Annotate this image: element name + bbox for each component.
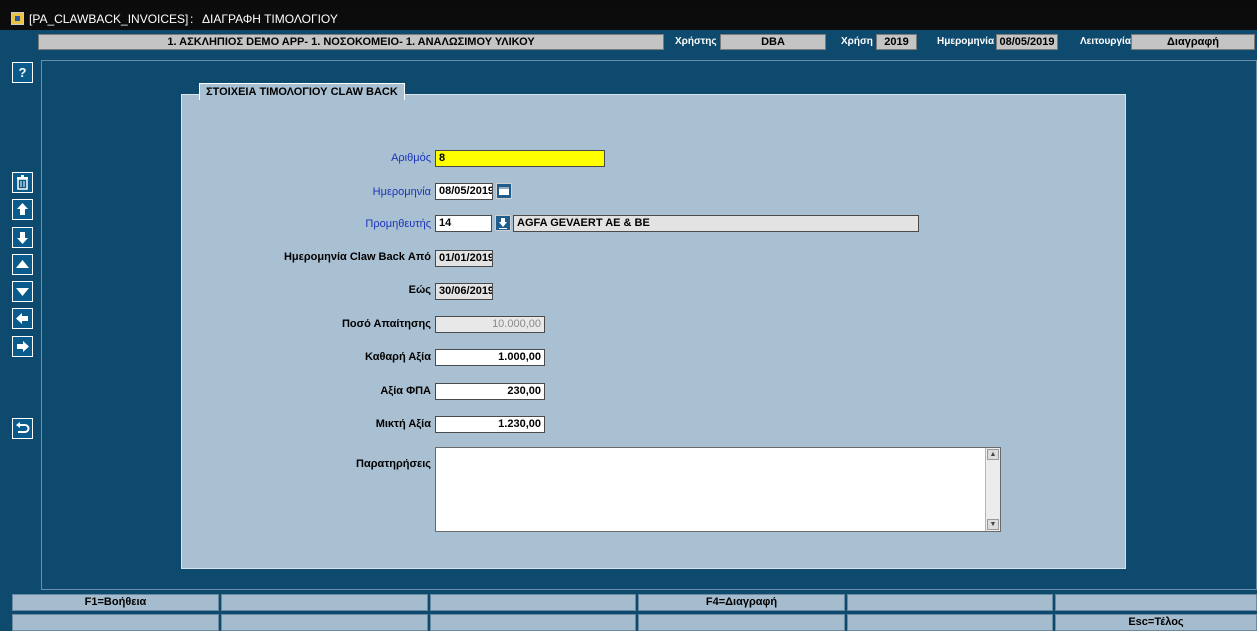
year-label: Χρήση: [841, 36, 873, 47]
first-record-button[interactable]: [12, 199, 33, 220]
last-record-button[interactable]: [12, 227, 33, 248]
scroll-up-arrow[interactable]: ▲: [987, 449, 999, 460]
supplier-lov-button[interactable]: [495, 215, 511, 231]
supplier-label: Προμηθευτής: [365, 218, 431, 230]
vat-value-input[interactable]: 230,00: [435, 383, 545, 400]
previous-field-button[interactable]: [12, 308, 33, 329]
mode-label: Λειτουργία: [1080, 36, 1131, 47]
fkey-empty-3: [430, 594, 636, 611]
notes-scrollbar[interactable]: ▲ ▼: [985, 448, 1000, 531]
claim-amount-label: Ποσό Απαίτησης: [341, 318, 431, 330]
next-field-button[interactable]: [12, 336, 33, 357]
fkey-empty-11: [847, 614, 1053, 631]
number-label: Αριθμός: [391, 152, 431, 164]
clawback-from-field: 01/01/2019: [435, 250, 493, 267]
exit-button[interactable]: [12, 418, 33, 439]
mode-field: Διαγραφή: [1131, 34, 1255, 50]
date-input[interactable]: 08/05/2019: [435, 183, 493, 200]
f4-delete-key[interactable]: F4=Διαγραφή: [638, 594, 845, 611]
supplier-code-input[interactable]: 14: [435, 215, 492, 232]
window-subtitle: ΔΙΑΓΡΑΦΗ ΤΙΜΟΛΟΓΙΟΥ: [202, 12, 338, 26]
esc-exit-key[interactable]: Esc=Τέλος: [1055, 614, 1257, 631]
notes-text: [436, 448, 1000, 454]
top-strip: [0, 0, 1257, 8]
context-field: 1. ΑΣΚΛΗΠΙΟΣ DEMO APP- 1. ΝΟΣΟΚΟΜΕΙΟ- 1.…: [38, 34, 664, 50]
year-field: 2019: [876, 34, 917, 50]
fkey-empty-10: [638, 614, 845, 631]
date-label: Ημερομηνία: [937, 36, 995, 47]
calendar-button[interactable]: [496, 183, 512, 199]
calendar-icon: [499, 187, 509, 195]
date-field: 08/05/2019: [996, 34, 1058, 50]
arrow-left-icon: [16, 313, 28, 324]
net-value-label: Καθαρή Αξία: [365, 351, 431, 363]
supplier-name-field: AGFA GEVAERT AE & BE: [513, 215, 919, 232]
function-key-bar: F1=Βοήθεια F4=Διαγραφή Esc=Τέλος: [0, 594, 1257, 631]
frame-title: ΣΤΟΙΧΕΙΑ ΤΙΜΟΛΟΓΙΟΥ CLAW BACK: [199, 83, 405, 100]
help-button[interactable]: ?: [12, 62, 33, 83]
gross-value-label: Μικτή Αξία: [375, 418, 431, 430]
clawback-to-label: Εώς: [408, 284, 431, 296]
trash-icon: [17, 175, 28, 190]
fkey-empty-7: [12, 614, 219, 631]
date-label: Ημερομηνία: [372, 186, 431, 198]
fkey-empty-9: [430, 614, 636, 631]
next-record-button[interactable]: [12, 281, 33, 302]
fkey-empty-8: [221, 614, 428, 631]
app-icon: [11, 12, 24, 25]
arrow-up-icon: [17, 203, 28, 215]
number-input[interactable]: 8: [435, 150, 605, 167]
scroll-down-arrow[interactable]: ▼: [987, 519, 999, 530]
window-title: [PA_CLAWBACK_INVOICES]: [29, 12, 189, 26]
return-icon: [16, 422, 30, 433]
clawback-from-label: Ημερομηνία Claw Back Από: [283, 251, 431, 263]
clawback-to-field: 30/06/2019: [435, 283, 493, 300]
claim-amount-field: 10.000,00: [435, 316, 545, 333]
arrow-down-icon: [17, 232, 28, 244]
gross-value-input[interactable]: 1.230,00: [435, 416, 545, 433]
previous-record-button[interactable]: [12, 254, 33, 275]
title-separator: :: [190, 12, 194, 26]
window-titlebar: [PA_CLAWBACK_INVOICES] : ΔΙΑΓΡΑΦΗ ΤΙΜΟΛΟ…: [0, 8, 1257, 30]
triangle-up-icon: [16, 260, 29, 268]
user-label: Χρήστης: [675, 36, 717, 47]
notes-label: Παρατηρήσεις: [356, 458, 431, 470]
list-down-icon: [499, 218, 507, 229]
triangle-down-icon: [16, 288, 29, 296]
vat-value-label: Αξία ΦΠΑ: [380, 385, 431, 397]
notes-textarea[interactable]: ▲ ▼: [435, 447, 1001, 532]
fkey-empty-6: [1055, 594, 1257, 611]
fkey-empty-2: [221, 594, 428, 611]
net-value-input[interactable]: 1.000,00: [435, 349, 545, 366]
arrow-right-icon: [17, 341, 29, 352]
delete-record-button[interactable]: [12, 172, 33, 193]
user-field: DBA: [720, 34, 826, 50]
fkey-empty-5: [847, 594, 1053, 611]
f1-help-key[interactable]: F1=Βοήθεια: [12, 594, 219, 611]
